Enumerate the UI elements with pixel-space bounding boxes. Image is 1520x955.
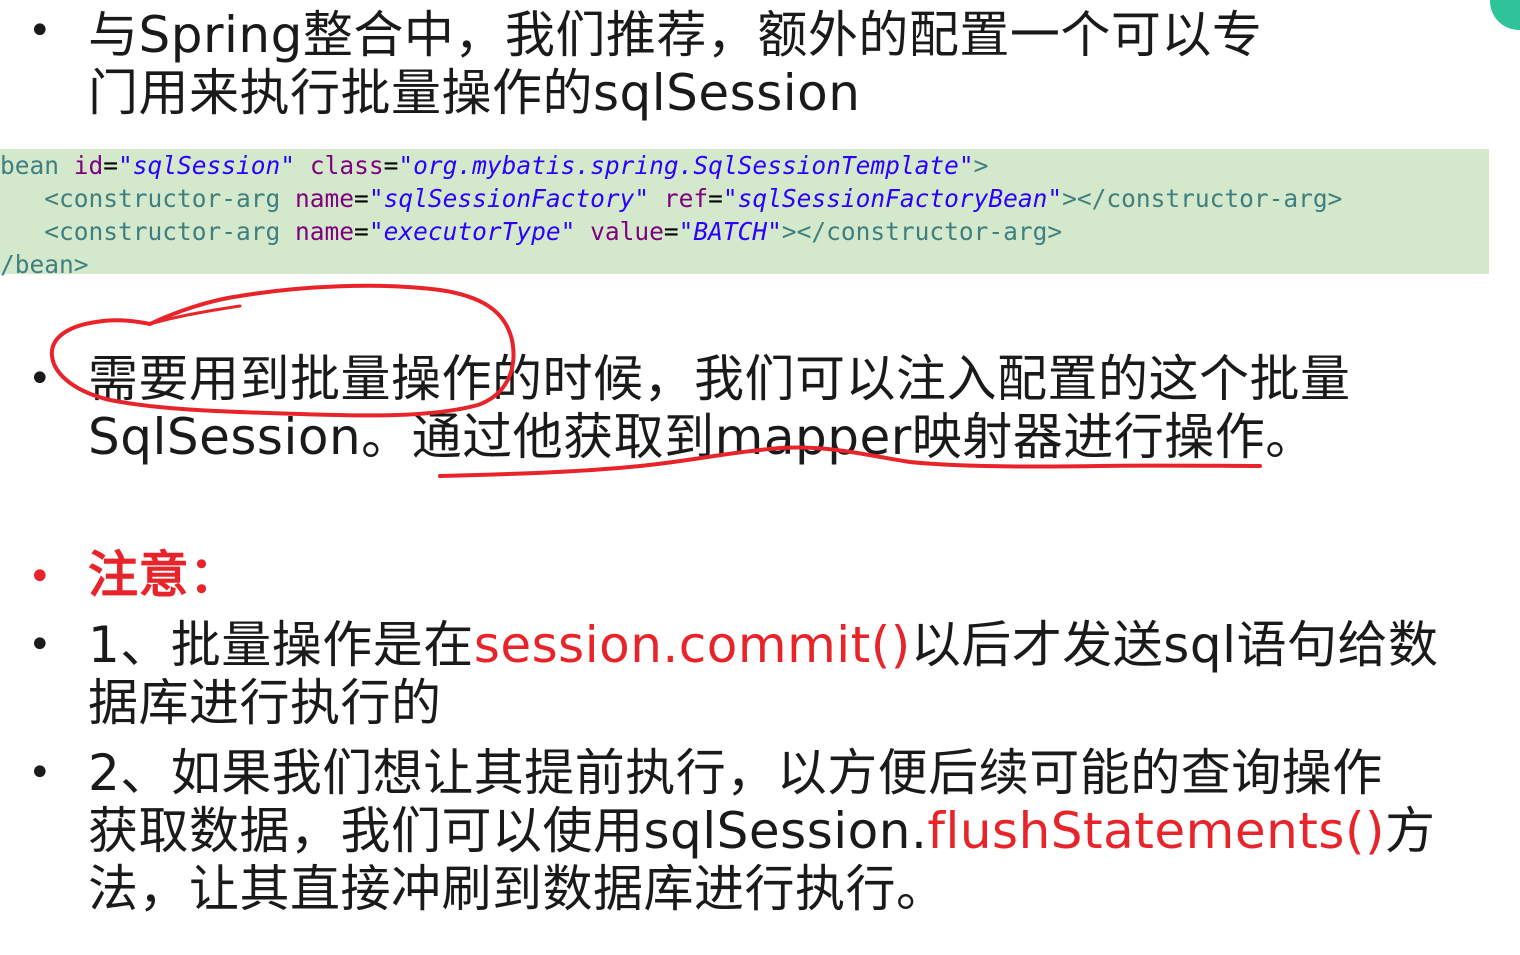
bullet-inject: • (28, 356, 52, 402)
code-value: "sqlSession" (118, 151, 296, 180)
point-1-line-2: 据库进行执行的 (88, 674, 442, 732)
code-attr: id (73, 151, 104, 180)
code-value: "executorType" (368, 217, 576, 246)
point-1-suffix: 以后才发送sql语句给数 (910, 616, 1439, 674)
code-eq: = (708, 184, 723, 213)
point-1-paragraph: 1、批量操作是在session.commit()以后才发送sql语句给数 据库进… (88, 616, 1438, 732)
inject-paragraph: 需要用到批量操作的时候，我们可以注入配置的这个批量 SqlSession。通过他… (88, 350, 1351, 466)
intro-line-1: 与Spring整合中，我们推荐，额外的配置一个可以专 (88, 6, 1263, 64)
inject-line-1: 需要用到批量操作的时候，我们可以注入配置的这个批量 (88, 350, 1351, 408)
intro-line-2: 门用来执行批量操作的sqlSession (88, 64, 861, 122)
code-tag-close: > (973, 151, 989, 180)
bullet-point-2: • (28, 750, 52, 796)
point-2-suffix: 方 (1384, 802, 1436, 860)
point-2-line-1: 2、如果我们想让其提前执行，以方便后续可能的查询操作 (88, 744, 1383, 802)
code-line-3: <constructor-arg name="executorType" val… (0, 215, 1489, 248)
flush-method: flushStatements() (927, 802, 1385, 860)
code-line-2: <constructor-arg name="sqlSessionFactory… (0, 182, 1489, 215)
corner-accent-shape (1490, 0, 1520, 30)
code-eq: = (354, 217, 369, 246)
bullet-note: • (28, 554, 52, 600)
code-tag: <constructor-arg (44, 217, 296, 246)
code-tag: bean (0, 151, 74, 180)
code-eq: = (354, 184, 369, 213)
code-value: "sqlSessionFactoryBean" (722, 184, 1063, 213)
point-2-line-3: 法，让其直接冲刷到数据库进行执行。 (88, 860, 947, 918)
code-attr: name (295, 217, 355, 246)
code-value: "BATCH" (678, 217, 782, 246)
code-tag-close: ></constructor-arg> (781, 217, 1063, 246)
code-value: "org.mybatis.spring.SqlSessionTemplate" (398, 151, 974, 180)
code-eq: = (383, 151, 399, 180)
hand-circle-stroke-extra (148, 304, 242, 326)
intro-paragraph: 与Spring整合中，我们推荐，额外的配置一个可以专 门用来执行批量操作的sql… (88, 6, 1262, 122)
code-attr: class (309, 151, 384, 180)
bullet-intro: • (28, 8, 52, 54)
code-tag: <constructor-arg (44, 184, 296, 213)
commit-method: session.commit() (473, 616, 911, 674)
code-eq: = (663, 217, 679, 246)
code-attr: name (295, 184, 355, 213)
inject-line-2: SqlSession。通过他获取到mapper映射器进行操作。 (88, 408, 1316, 466)
point-2-prefix: 获取数据，我们可以使用sqlSession. (88, 802, 928, 860)
code-tag-close: ></constructor-arg> (1062, 184, 1343, 213)
point-1-prefix: 1、批量操作是在 (88, 616, 474, 674)
code-line-1: bean id="sqlSession" class="org.mybatis.… (0, 149, 1489, 182)
point-2-paragraph: 2、如果我们想让其提前执行，以方便后续可能的查询操作 获取数据，我们可以使用sq… (88, 744, 1435, 918)
code-eq: = (103, 151, 119, 180)
code-attr: value (590, 217, 664, 246)
xml-code-block: bean id="sqlSession" class="org.mybatis.… (0, 149, 1489, 279)
point-2-line-2: 获取数据，我们可以使用sqlSession.flushStatements()方 (88, 802, 1435, 860)
note-heading: 注意： (88, 546, 240, 604)
code-value: "sqlSessionFactory" (368, 184, 650, 213)
point-1-line-1: 1、批量操作是在session.commit()以后才发送sql语句给数 (88, 616, 1438, 674)
code-line-4: /bean> (0, 250, 89, 279)
code-attr: ref (663, 184, 709, 213)
bullet-point-1: • (28, 622, 52, 668)
